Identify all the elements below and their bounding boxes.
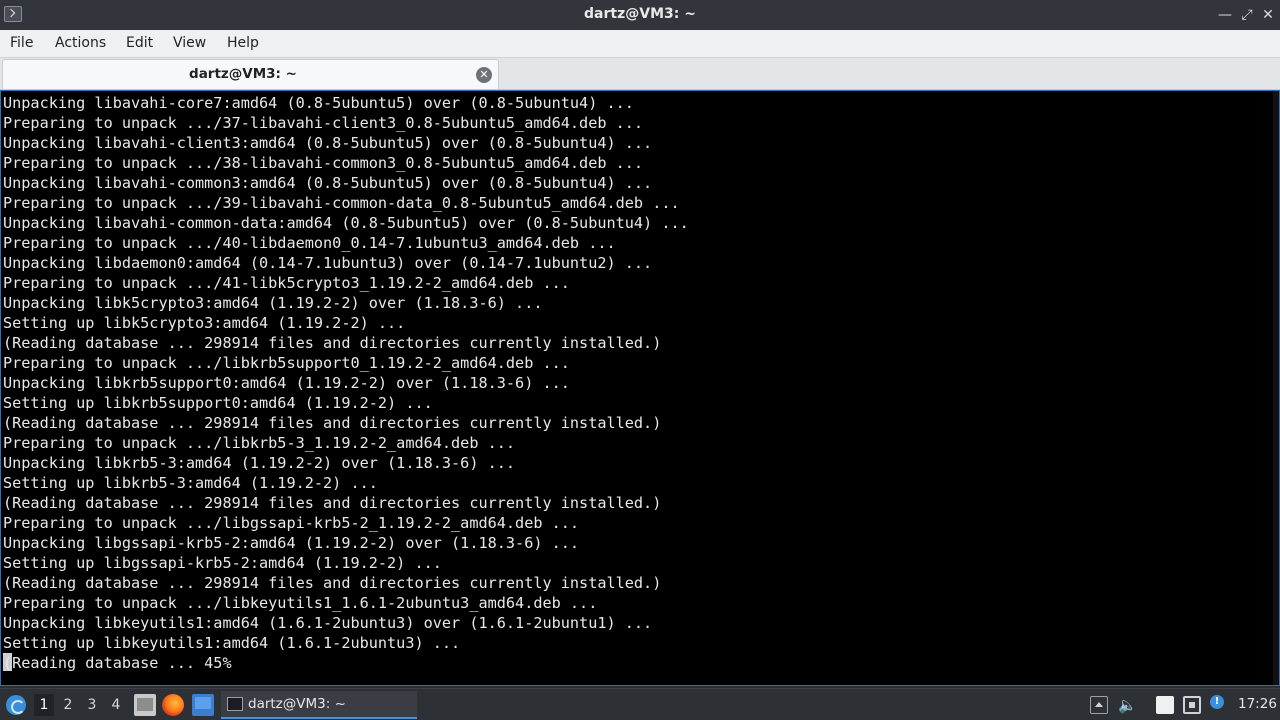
terminal-line-text: Setting up libk5crypto3:amd64 (1.19.2-2)… [3, 314, 406, 332]
terminal-line: (Reading database ... 298914 files and d… [3, 413, 689, 433]
terminal-line-text: Setting up libgssapi-krb5-2:amd64 (1.19.… [3, 554, 442, 572]
terminal-line-text: (Reading database ... 298914 files and d… [3, 494, 662, 512]
terminal-line: Unpacking libkrb5-3:amd64 (1.19.2-2) ove… [3, 453, 689, 473]
menu-file[interactable]: File [10, 35, 33, 51]
volume-icon[interactable]: 🔈 [1118, 696, 1137, 714]
terminal-line-text: Preparing to unpack .../39-libavahi-comm… [3, 194, 680, 212]
workspace-4[interactable]: 4 [106, 694, 126, 716]
terminal-line: Preparing to unpack .../libkrb5-3_1.19.2… [3, 433, 689, 453]
network-icon[interactable] [1183, 696, 1201, 714]
terminal-line: Preparing to unpack .../38-libavahi-comm… [3, 153, 689, 173]
taskbar: 1 2 3 4 dartz@VM3: ~ 🔈 ! 17:26 [0, 688, 1280, 720]
terminal-line: Unpacking libavahi-core7:amd64 (0.8-5ubu… [3, 93, 689, 113]
terminal-line: Setting up libkrb5support0:amd64 (1.19.2… [3, 393, 689, 413]
terminal-line: (Reading database ... 298914 files and d… [3, 493, 689, 513]
maximize-icon[interactable]: ⤢ [1237, 5, 1257, 25]
terminal-line-text: (Reading database ... 298914 files and d… [3, 334, 662, 352]
terminal-line: Unpacking libgssapi-krb5-2:amd64 (1.19.2… [3, 533, 689, 553]
terminal-line-text: (Reading database ... 298914 files and d… [3, 414, 662, 432]
tray-up-arrow-icon[interactable] [1090, 696, 1108, 714]
minimize-icon[interactable]: — [1215, 5, 1235, 25]
terminal-line-text: Preparing to unpack .../libkrb5-3_1.19.2… [3, 434, 516, 452]
terminal-line: Preparing to unpack .../37-libavahi-clie… [3, 113, 689, 133]
menu-help[interactable]: Help [227, 35, 259, 51]
terminal-line: (Reading database ... 298914 files and d… [3, 573, 689, 593]
terminal-line: Unpacking libavahi-common3:amd64 (0.8-5u… [3, 173, 689, 193]
terminal-line-text: Unpacking libdaemon0:amd64 (0.14-7.1ubun… [3, 254, 653, 272]
terminal-line-text: Preparing to unpack .../38-libavahi-comm… [3, 154, 644, 172]
terminal-line-text: Unpacking libavahi-common-data:amd64 (0.… [3, 214, 689, 232]
terminal-line: Setting up libk5crypto3:amd64 (1.19.2-2)… [3, 313, 689, 333]
terminal-line-text: Unpacking libavahi-core7:amd64 (0.8-5ubu… [3, 94, 634, 112]
taskbar-item-label: dartz@VM3: ~ [248, 696, 346, 712]
terminal-line: Preparing to unpack .../40-libdaemon0_0.… [3, 233, 689, 253]
terminal-line: Unpacking libavahi-client3:amd64 (0.8-5u… [3, 133, 689, 153]
clock[interactable]: 17:26 [1238, 696, 1277, 712]
clipboard-icon[interactable] [1156, 696, 1174, 714]
file-manager-icon[interactable] [134, 694, 156, 716]
terminal-line-text: Unpacking libkrb5support0:amd64 (1.19.2-… [3, 374, 570, 392]
terminal-line-text: Setting up libkrb5support0:amd64 (1.19.2… [3, 394, 433, 412]
terminal-line: Preparing to unpack .../libkeyutils1_1.6… [3, 593, 689, 613]
terminal-line-text: Preparing to unpack .../libgssapi-krb5-2… [3, 514, 580, 532]
terminal-line-text: Preparing to unpack .../40-libdaemon0_0.… [3, 234, 616, 252]
menu-edit[interactable]: Edit [126, 35, 153, 51]
workspace-1[interactable]: 1 [34, 694, 54, 716]
terminal-line-text: Unpacking libkeyutils1:amd64 (1.6.1-2ubu… [3, 614, 653, 632]
terminal-line-text: Setting up libkrb5-3:amd64 (1.19.2-2) ..… [3, 474, 378, 492]
tab-label: dartz@VM3: ~ [189, 66, 297, 82]
terminal-line: Unpacking libkeyutils1:amd64 (1.6.1-2ubu… [3, 613, 689, 633]
window-title: dartz@VM3: ~ [584, 6, 696, 22]
tab-bar: dartz@VM3: ~ ✕ [0, 58, 1280, 90]
terminal-line-text: (Reading database ... 298914 files and d… [3, 574, 662, 592]
terminal-scrollbar[interactable] [1273, 91, 1279, 685]
menu-actions[interactable]: Actions [55, 35, 106, 51]
window-titlebar[interactable]: dartz@VM3: ~ — ⤢ ✕ [0, 0, 1280, 30]
terminal-line: (Reading database ... 298914 files and d… [3, 333, 689, 353]
terminal-line-text: Preparing to unpack .../37-libavahi-clie… [3, 114, 644, 132]
terminal-line-text: Preparing to unpack .../41-libk5crypto3_… [3, 274, 570, 292]
terminal-line: Unpacking libkrb5support0:amd64 (1.19.2-… [3, 373, 689, 393]
workspace-2[interactable]: 2 [58, 694, 78, 716]
terminal-line: Setting up libkrb5-3:amd64 (1.19.2-2) ..… [3, 473, 689, 493]
terminal-line: Setting up libgssapi-krb5-2:amd64 (1.19.… [3, 553, 689, 573]
terminal-line: Unpacking libk5crypto3:amd64 (1.19.2-2) … [3, 293, 689, 313]
terminal-output: Unpacking libavahi-core7:amd64 (0.8-5ubu… [3, 93, 689, 673]
start-menu-icon[interactable] [6, 695, 26, 715]
terminal-line-text: Preparing to unpack .../libkeyutils1_1.6… [3, 594, 598, 612]
terminal-line-text: Unpacking libgssapi-krb5-2:amd64 (1.19.2… [3, 534, 580, 552]
menu-view[interactable]: View [173, 35, 206, 51]
menu-bar: File Actions Edit View Help [0, 30, 1280, 58]
terminal-line: Unpacking libdaemon0:amd64 (0.14-7.1ubun… [3, 253, 689, 273]
terminal-tab[interactable]: dartz@VM3: ~ ✕ [2, 59, 499, 89]
taskbar-item-terminal[interactable]: dartz@VM3: ~ [221, 691, 417, 719]
terminal-line-text: Unpacking libkrb5-3:amd64 (1.19.2-2) ove… [3, 454, 516, 472]
firefox-icon[interactable] [162, 694, 184, 716]
updates-icon[interactable]: ! [1210, 695, 1224, 709]
workspace-3[interactable]: 3 [82, 694, 102, 716]
close-icon[interactable]: ✕ [1258, 5, 1278, 25]
terminal-line: Preparing to unpack .../libkrb5support0_… [3, 353, 689, 373]
terminal-line: (Reading database ... 45% [3, 653, 689, 673]
terminal-line: Preparing to unpack .../libgssapi-krb5-2… [3, 513, 689, 533]
terminal-line: Preparing to unpack .../39-libavahi-comm… [3, 193, 689, 213]
terminal-line: Preparing to unpack .../41-libk5crypto3_… [3, 273, 689, 293]
terminal-icon [227, 697, 243, 711]
terminal-line: Setting up libkeyutils1:amd64 (1.6.1-2ub… [3, 633, 689, 653]
terminal-line-text: Setting up libkeyutils1:amd64 (1.6.1-2ub… [3, 634, 461, 652]
terminal-line-text: Unpacking libavahi-common3:amd64 (0.8-5u… [3, 174, 653, 192]
terminal-line-text: (Reading database ... 45% [3, 654, 232, 672]
show-desktop-icon[interactable] [192, 694, 214, 716]
terminal-view[interactable]: Unpacking libavahi-core7:amd64 (0.8-5ubu… [0, 90, 1280, 686]
close-circle-icon[interactable]: ✕ [476, 67, 492, 83]
terminal-line: Unpacking libavahi-common-data:amd64 (0.… [3, 213, 689, 233]
terminal-line-text: Unpacking libk5crypto3:amd64 (1.19.2-2) … [3, 294, 543, 312]
terminal-line-text: Preparing to unpack .../libkrb5support0_… [3, 354, 570, 372]
terminal-line-text: Unpacking libavahi-client3:amd64 (0.8-5u… [3, 134, 653, 152]
